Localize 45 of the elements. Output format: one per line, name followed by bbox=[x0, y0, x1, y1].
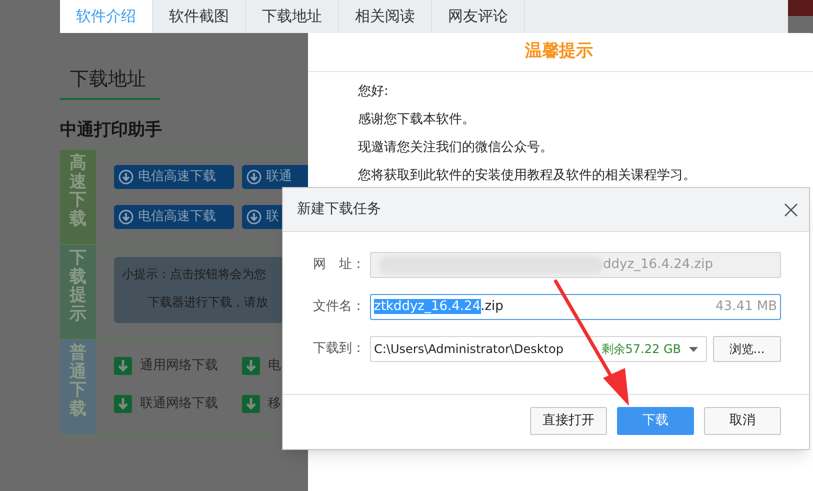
download-icon bbox=[118, 169, 134, 185]
download-icon bbox=[242, 357, 260, 375]
download-icon bbox=[118, 209, 134, 225]
field-label: 文件名： bbox=[313, 298, 366, 316]
download-icon bbox=[114, 357, 132, 375]
close-icon bbox=[784, 202, 798, 216]
corner-banner bbox=[788, 0, 813, 16]
tab[interactable]: 软件截图 bbox=[153, 0, 246, 33]
notice-text: 您好: bbox=[358, 83, 390, 101]
download-link[interactable]: 通用网络下载 bbox=[114, 357, 234, 375]
download-button[interactable]: 电信高速下载 bbox=[114, 165, 234, 189]
download-button[interactable]: 下载 bbox=[617, 407, 694, 435]
download-icon bbox=[246, 169, 262, 185]
download-icon bbox=[246, 209, 262, 225]
download-link[interactable]: 电 bbox=[242, 357, 308, 375]
dialog-button[interactable]: 取消 bbox=[704, 407, 781, 435]
software-name: 中通打印助手 bbox=[60, 120, 162, 140]
group-label: 高速下载 bbox=[70, 154, 86, 232]
url-text: ddyz_16.4.24.zip bbox=[603, 256, 713, 274]
file-size: 43.41 MB bbox=[716, 298, 777, 316]
notice-title: 温馨提示 bbox=[525, 40, 593, 64]
download-icon bbox=[242, 395, 260, 413]
dialog-button[interactable]: 直接打开 bbox=[530, 407, 607, 435]
dialog-title: 新建下载任务 bbox=[297, 200, 381, 219]
field-label: 下载到： bbox=[313, 340, 366, 358]
notice-text: 您将获取到此软件的安装使用教程及软件的相关课程学习。 bbox=[358, 167, 697, 185]
notice-text: 现邀请您关注我们的微信公众号。 bbox=[358, 139, 554, 157]
filename-field[interactable]: ztkddyz_16.4.24.zip 43.41 MB bbox=[370, 294, 781, 320]
download-button[interactable]: 电信高速下载 bbox=[114, 205, 234, 229]
tab[interactable]: 软件介绍 bbox=[60, 0, 153, 33]
tip-text: 下载器进行下载，请放 bbox=[147, 294, 269, 311]
browse-button[interactable]: 浏览... bbox=[713, 336, 781, 362]
download-link[interactable]: 移 bbox=[242, 395, 308, 413]
download-button[interactable]: 联通 bbox=[242, 165, 308, 189]
url-field[interactable]: ddyz_16.4.24.zip bbox=[370, 252, 781, 278]
free-space: 剩余57.22 GB bbox=[601, 341, 681, 358]
download-icon bbox=[114, 395, 132, 413]
download-link[interactable]: 联通网络下载 bbox=[114, 395, 234, 413]
field-label: 网 址： bbox=[313, 256, 366, 274]
group-label: 下载提示 bbox=[70, 249, 86, 326]
section-title: 下载地址 bbox=[70, 68, 146, 90]
save-path-select[interactable]: C:\Users\Administrator\Desktop 剩余57.22 GB bbox=[370, 336, 707, 362]
tip-text: 小提示：点击按钮将会为您 bbox=[122, 266, 267, 283]
dropdown-icon bbox=[689, 346, 698, 352]
notice-text: 感谢您下载本软件。 bbox=[358, 111, 476, 129]
